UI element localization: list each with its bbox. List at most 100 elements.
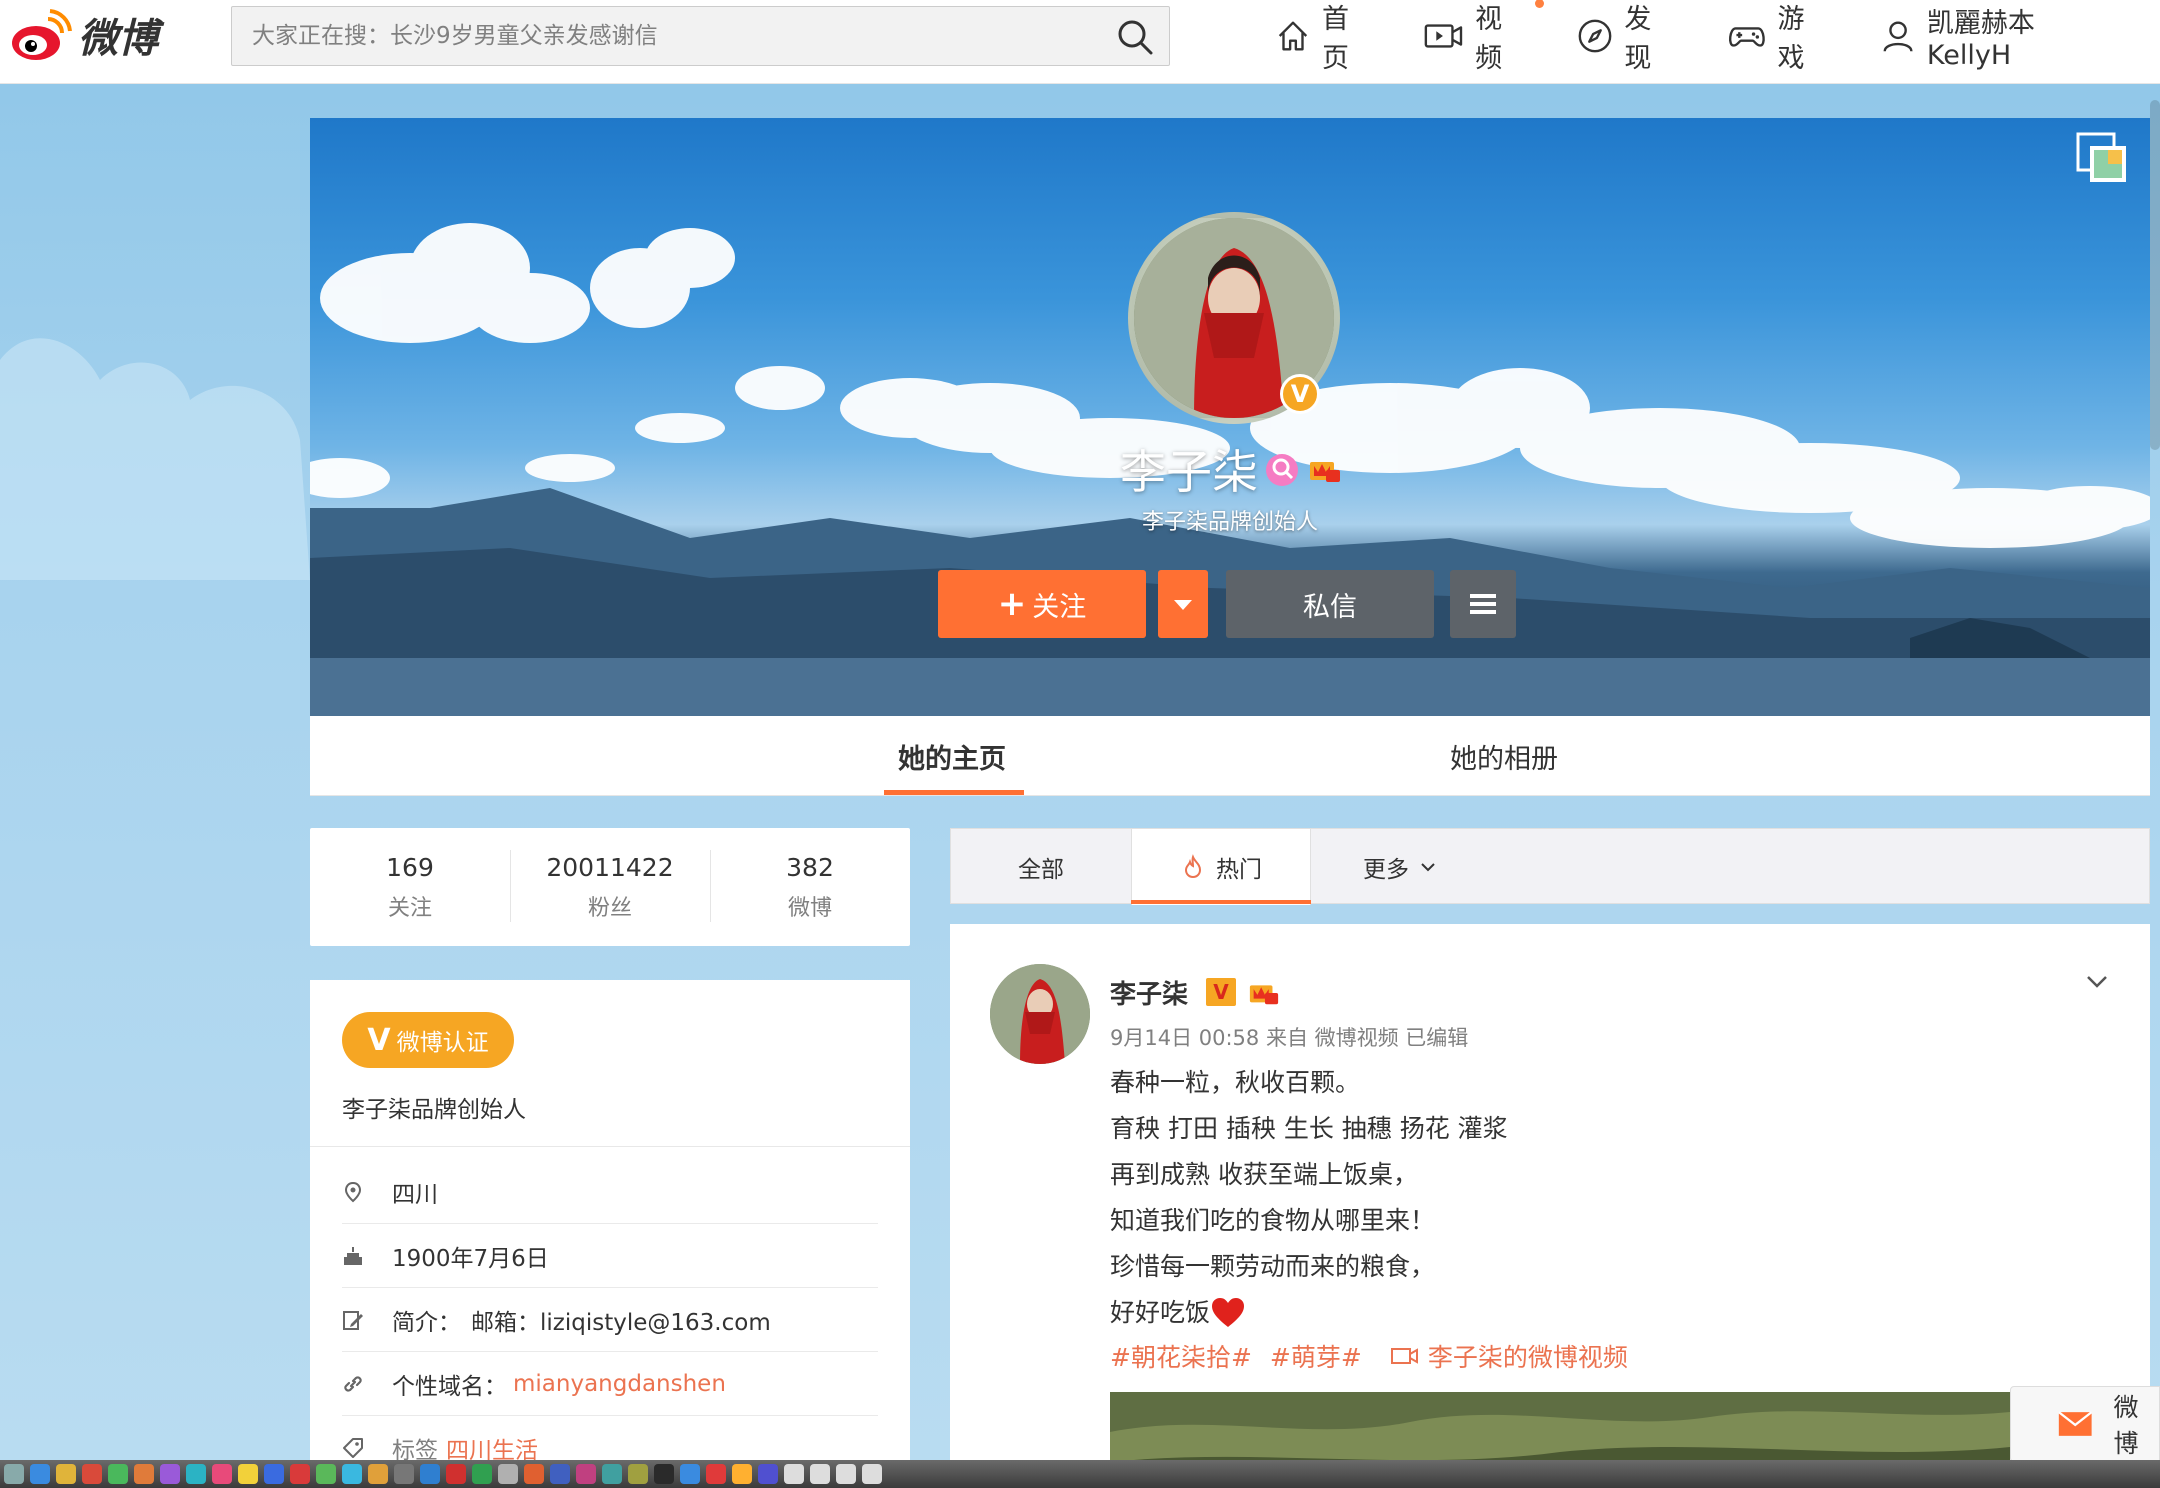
stat-posts[interactable]: 382 微博 [710, 828, 910, 946]
feed-tab-hot-label: 热门 [1216, 857, 1262, 883]
member-crown-icon [1310, 462, 1340, 482]
dock-app-icon[interactable] [706, 1464, 726, 1484]
nav-home[interactable]: 首页 [1274, 0, 1373, 75]
post-line-last: 好好吃饭 [1110, 1290, 1508, 1336]
dock-app-icon[interactable] [316, 1464, 336, 1484]
dock-app-icon[interactable] [836, 1464, 856, 1484]
more-menu-button[interactable] [1450, 570, 1516, 638]
hashtag-link[interactable]: #朝花柒拾# [1110, 1338, 1252, 1374]
dock-app-icon[interactable] [264, 1464, 284, 1484]
post-author-avatar[interactable] [990, 964, 1090, 1064]
search-box [231, 6, 1170, 66]
weibo-certification-badge[interactable]: V 微博认证 [342, 1012, 514, 1068]
dock-app-icon[interactable] [576, 1464, 596, 1484]
dock-app-icon[interactable] [810, 1464, 830, 1484]
background-clouds [0, 338, 310, 580]
user-icon [1883, 21, 1913, 52]
cover-switch-icon[interactable] [2076, 132, 2130, 186]
post-line: 再到成熟 收获至端上饭桌， [1110, 1160, 1418, 1189]
info-birthday: 1900年7月6日 [342, 1224, 878, 1288]
video-link[interactable]: 李子柒的微博视频 [1428, 1338, 1628, 1374]
dock-app-icon[interactable] [160, 1464, 180, 1484]
post-options-chevron-icon[interactable] [2082, 966, 2112, 996]
dock-app-icon[interactable] [862, 1464, 882, 1484]
link-icon [344, 1375, 362, 1392]
avatar-image [990, 964, 1090, 1064]
tab-her-home[interactable]: 她的主页 [898, 716, 1006, 796]
dock-app-icon[interactable] [498, 1464, 518, 1484]
nav-games-label: 游戏 [1777, 4, 1805, 74]
certification-label: 微博认证 [396, 1030, 489, 1056]
stat-following-count: 169 [386, 852, 434, 882]
feed-tab-more-label: 更多 [1363, 857, 1409, 883]
stat-posts-count: 382 [786, 852, 834, 882]
nav-video[interactable]: 视频 [1423, 0, 1545, 75]
tab-her-album[interactable]: 她的相册 [1450, 716, 1558, 796]
dock-app-icon[interactable] [524, 1464, 544, 1484]
dock-app-icon[interactable] [628, 1464, 648, 1484]
post-line: 育秧 打田 插秧 生长 抽穗 扬花 灌浆 [1110, 1114, 1508, 1143]
page-scrollbar[interactable] [2150, 100, 2160, 450]
dock-app-icon[interactable] [4, 1464, 24, 1484]
floating-message-button[interactable]: 微博 [2010, 1386, 2160, 1462]
feed-tab-hot[interactable]: 热门 [1131, 829, 1311, 905]
gamepad-icon [1728, 27, 1765, 47]
dock-app-icon[interactable] [420, 1464, 440, 1484]
notification-dot [1535, 0, 1545, 8]
profile-tabs: 她的主页 她的相册 [310, 716, 2150, 796]
feed-tab-all[interactable]: 全部 [951, 829, 1131, 905]
feed-tab-more[interactable]: 更多 [1311, 829, 1491, 905]
post-author-name[interactable]: 李子柒 [1110, 974, 1188, 1011]
domain-link[interactable]: mianyangdanshen [513, 1371, 726, 1397]
search-input[interactable] [232, 7, 1092, 65]
dock-app-icon[interactable] [342, 1464, 362, 1484]
member-crown-icon [1249, 985, 1279, 1005]
follow-group-dropdown[interactable] [1158, 570, 1208, 638]
nav-discover[interactable]: 发现 [1576, 0, 1675, 75]
nav-games[interactable]: 游戏 [1726, 0, 1829, 75]
dock-app-icon[interactable] [394, 1464, 414, 1484]
dock-app-icon[interactable] [550, 1464, 570, 1484]
dock-app-icon[interactable] [30, 1464, 50, 1484]
weibo-logo[interactable]: 微博 [8, 2, 178, 68]
profile-info-card: V 微博认证 李子柒品牌创始人 四川 1900年7月6日 简介： 邮箱：lizi… [310, 980, 910, 1488]
dock-app-icon[interactable] [368, 1464, 388, 1484]
message-button[interactable]: 私信 [1226, 570, 1434, 638]
stat-following[interactable]: 169 关注 [310, 828, 510, 946]
info-location: 四川 [342, 1160, 878, 1224]
hashtag-link[interactable]: #萌芽# [1270, 1338, 1362, 1374]
nav-home-label: 首页 [1321, 4, 1349, 74]
post-card: 李子柒 V 9月14日 00:58 来自 微博视频 已编辑 春种一粒，秋收百颗。… [950, 924, 2150, 1488]
dock-app-icon[interactable] [758, 1464, 778, 1484]
dock-app-icon[interactable] [472, 1464, 492, 1484]
compass-icon [1578, 19, 1612, 53]
dock-app-icon[interactable] [654, 1464, 674, 1484]
dock-app-icon[interactable] [784, 1464, 804, 1484]
search-icon[interactable] [1115, 17, 1155, 57]
info-domain: 个性域名： mianyangdanshen [342, 1352, 878, 1416]
dock-app-icon[interactable] [56, 1464, 76, 1484]
post-line: 春种一粒，秋收百颗。 [1110, 1068, 1361, 1097]
nav-user[interactable]: 凯麗赫本KellyH [1879, 1, 2110, 71]
main-nav: 首页 视频 发现 游戏 凯麗赫本KellyH [1274, 0, 2160, 74]
dock-app-icon[interactable] [290, 1464, 310, 1484]
location-value: 四川 [392, 1181, 438, 1208]
dock-app-icon[interactable] [602, 1464, 622, 1484]
dock-app-icon[interactable] [134, 1464, 154, 1484]
dock-app-icon[interactable] [446, 1464, 466, 1484]
dock-app-icon[interactable] [732, 1464, 752, 1484]
dock-app-icon[interactable] [108, 1464, 128, 1484]
dock-app-icon[interactable] [186, 1464, 206, 1484]
dock-app-icon[interactable] [82, 1464, 102, 1484]
dock-app-icon[interactable] [212, 1464, 232, 1484]
verified-badge: V [1280, 374, 1320, 414]
follow-button[interactable]: + 关注 [938, 570, 1146, 638]
stat-posts-label: 微博 [787, 895, 832, 921]
stat-followers[interactable]: 20011422 粉丝 [510, 828, 710, 946]
dock-app-icon[interactable] [238, 1464, 258, 1484]
dock-app-icon[interactable] [680, 1464, 700, 1484]
caret-down-icon [1174, 600, 1192, 610]
post-tags: #朝花柒拾# #萌芽# 李子柒的微博视频 [1110, 1338, 1646, 1374]
post-body: 春种一粒，秋收百颗。 育秧 打田 插秧 生长 抽穗 扬花 灌浆 再到成熟 收获至… [1110, 1060, 1508, 1336]
info-bio: 简介： 邮箱：liziqistyle@163.com [342, 1288, 878, 1352]
